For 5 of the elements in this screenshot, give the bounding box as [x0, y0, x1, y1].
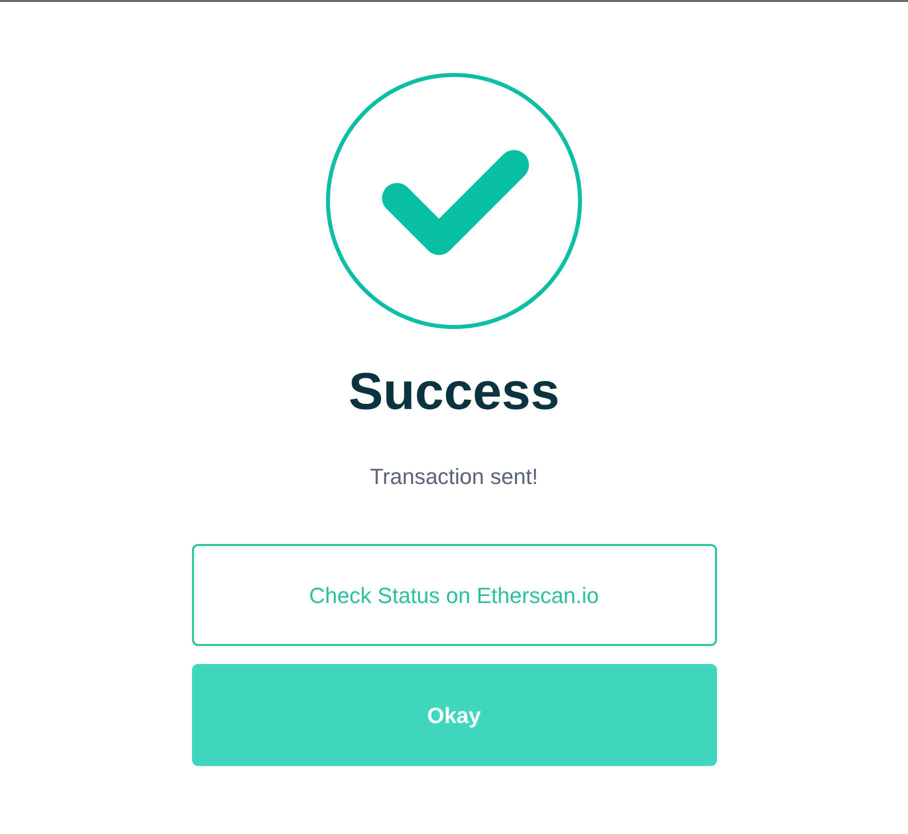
- okay-button[interactable]: Okay: [192, 664, 716, 766]
- success-check-icon: [325, 72, 583, 330]
- status-message: Transaction sent!: [370, 466, 538, 488]
- success-title: Success: [348, 366, 560, 418]
- etherscan-link-button[interactable]: Check Status on Etherscan.io: [192, 544, 716, 646]
